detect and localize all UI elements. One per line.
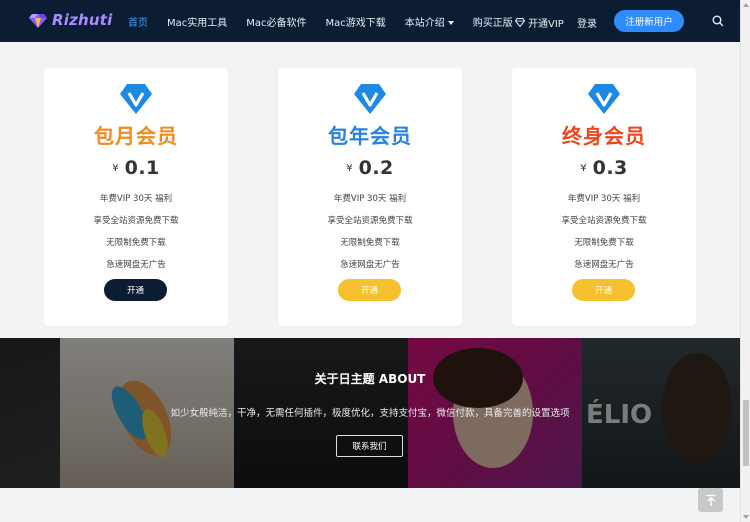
plan-feature: 急速网盘无广告 bbox=[106, 260, 166, 270]
plan-feature: 年费VIP 30天 福利 bbox=[99, 194, 173, 204]
vip-badge-icon bbox=[120, 84, 152, 114]
plan-title: 终身会员 bbox=[562, 124, 646, 148]
plan-feature: 无限制免费下载 bbox=[574, 238, 634, 248]
open-plan-button[interactable]: 开通 bbox=[338, 279, 401, 301]
plan-card-yearly: 包年会员 ¥0.2 年费VIP 30天 福利 享受全站资源免费下载 无限制免费下… bbox=[278, 68, 462, 326]
plan-feature: 年费VIP 30天 福利 bbox=[333, 194, 407, 204]
plan-feature: 年费VIP 30天 福利 bbox=[567, 194, 641, 204]
plan-price: ¥0.1 bbox=[44, 157, 228, 179]
nav-item-buy-genuine[interactable]: 购买正版 bbox=[473, 14, 513, 29]
about-title: 关于日主题 ABOUT bbox=[314, 372, 426, 386]
plan-feature: 无限制免费下载 bbox=[106, 238, 166, 248]
nav-item-home[interactable]: 首页 bbox=[128, 14, 148, 29]
plan-price: ¥0.2 bbox=[278, 157, 462, 179]
chevron-down-icon bbox=[447, 20, 454, 25]
about-description: 如少女般纯洁，干净，无需任何插件，极度优化，支持支付宝，微信付款，具备完善的设置… bbox=[170, 408, 570, 419]
price-currency: ¥ bbox=[580, 162, 587, 174]
plan-title: 包月会员 bbox=[94, 124, 178, 148]
arrow-up-icon bbox=[706, 494, 715, 506]
price-currency: ¥ bbox=[112, 162, 119, 174]
top-navbar: Rizhuti 首页 Mac实用工具 Mac必备软件 Mac游戏下载 本站介绍 … bbox=[0, 0, 740, 42]
price-value: 0.3 bbox=[592, 157, 628, 179]
diamond-logo-icon bbox=[29, 14, 47, 28]
vip-badge-icon bbox=[354, 84, 386, 114]
plan-card-monthly: 包月会员 ¥0.1 年费VIP 30天 福利 享受全站资源免费下载 无限制免费下… bbox=[44, 68, 228, 326]
open-vip-link[interactable]: 开通VIP bbox=[515, 15, 564, 30]
back-to-top-button[interactable] bbox=[698, 488, 723, 512]
nav-item-about-label: 本站介绍 bbox=[404, 17, 445, 29]
nav-item-mac-software[interactable]: Mac必备软件 bbox=[246, 14, 306, 29]
open-plan-button[interactable]: 开通 bbox=[572, 279, 635, 301]
login-link[interactable]: 登录 bbox=[577, 15, 597, 30]
plan-card-lifetime: 终身会员 ¥0.3 年费VIP 30天 福利 享受全站资源免费下载 无限制免费下… bbox=[512, 68, 696, 326]
scrollbar-thumb[interactable] bbox=[743, 400, 749, 466]
page-scrollbar[interactable] bbox=[740, 0, 750, 522]
logo-text: Rizhuti bbox=[52, 11, 113, 29]
open-plan-button[interactable]: 开通 bbox=[104, 279, 167, 301]
nav-item-about-site[interactable]: 本站介绍 bbox=[405, 14, 454, 29]
plan-feature: 享受全站资源免费下载 bbox=[93, 216, 179, 226]
nav-item-mac-games[interactable]: Mac游戏下载 bbox=[326, 14, 386, 29]
nav-item-mac-tools[interactable]: Mac实用工具 bbox=[167, 14, 227, 29]
plan-feature: 享受全站资源免费下载 bbox=[327, 216, 413, 226]
about-section: ÉLIO 关于日主题 ABOUT 如少女般纯洁，干净，无需任何插件，极度优化，支… bbox=[0, 338, 740, 488]
plan-title: 包年会员 bbox=[328, 124, 412, 148]
open-vip-label: 开通VIP bbox=[528, 19, 564, 30]
price-value: 0.1 bbox=[124, 157, 160, 179]
scroll-up-arrow-icon[interactable] bbox=[743, 3, 749, 7]
diamond-icon bbox=[515, 18, 525, 27]
search-icon[interactable] bbox=[711, 14, 725, 28]
contact-us-button[interactable]: 联系我们 bbox=[336, 435, 403, 457]
price-value: 0.2 bbox=[358, 157, 394, 179]
scroll-down-arrow-icon[interactable] bbox=[743, 515, 749, 519]
site-logo[interactable]: Rizhuti bbox=[28, 10, 113, 30]
plan-feature: 急速网盘无广告 bbox=[574, 260, 634, 270]
plan-feature: 享受全站资源免费下载 bbox=[561, 216, 647, 226]
plan-feature: 无限制免费下载 bbox=[340, 238, 400, 248]
plan-feature: 急速网盘无广告 bbox=[340, 260, 400, 270]
plan-price: ¥0.3 bbox=[512, 157, 696, 179]
vip-badge-icon bbox=[588, 84, 620, 114]
register-button[interactable]: 注册新用户 bbox=[614, 10, 684, 32]
price-currency: ¥ bbox=[346, 162, 353, 174]
main-nav: 首页 Mac实用工具 Mac必备软件 Mac游戏下载 本站介绍 购买正版 bbox=[128, 0, 532, 42]
